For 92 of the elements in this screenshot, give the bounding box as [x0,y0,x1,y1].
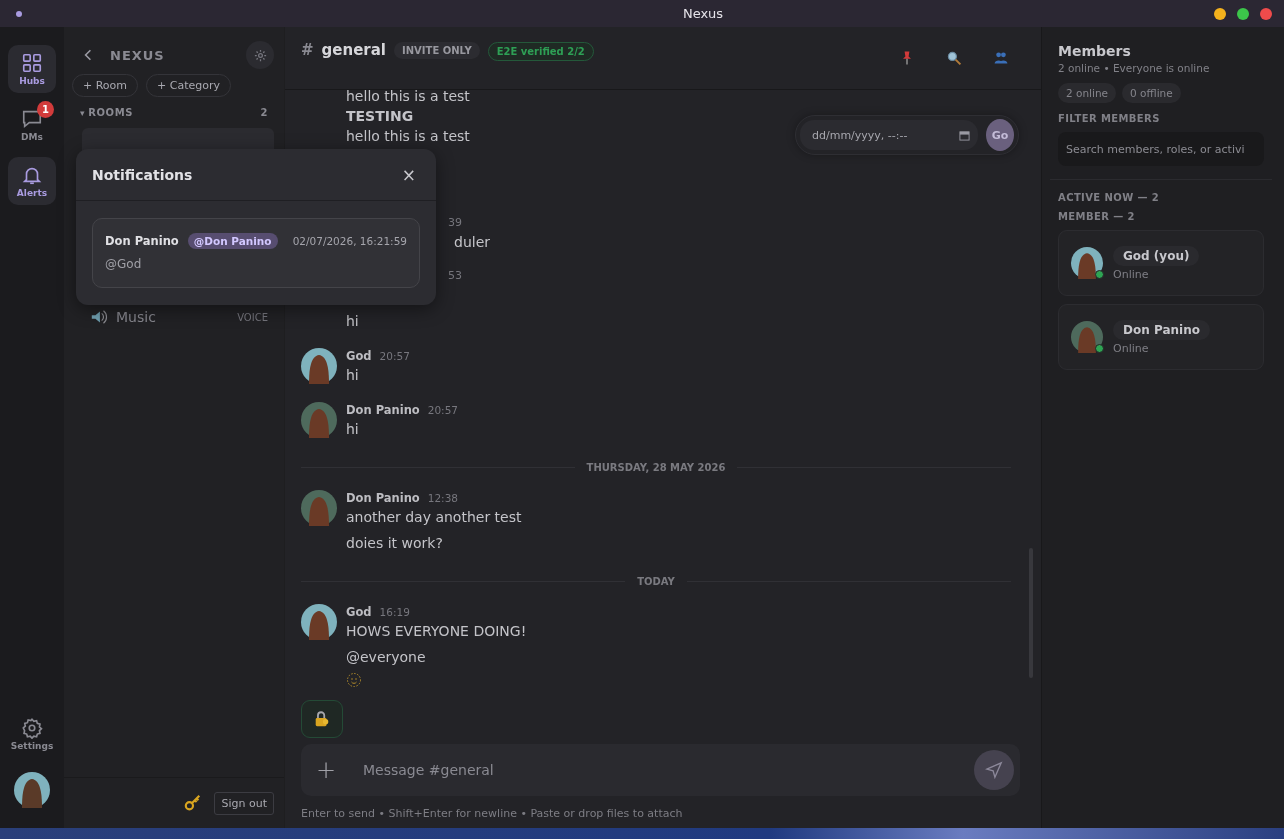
panel-title: Members [1058,43,1132,59]
message-text: duler [453,233,492,252]
notification-card[interactable]: Don Panino @Don Panino 02/07/2026, 16:21:59 @God [92,218,420,288]
avatar [301,348,337,384]
unread-badge: 1 [37,101,54,118]
settings-icon [21,717,43,739]
channel-badge: INVITE ONLY [394,42,480,59]
send-icon [985,761,1003,779]
message-text: hello this is a test [346,127,470,146]
window-dot-icon [16,10,22,17]
status-chip[interactable]: 2 online [1058,83,1117,103]
message-time: 16:19 [379,605,410,620]
author-name: Don Panino [105,234,179,248]
minimize-button[interactable] [1214,7,1226,20]
people-icon[interactable] [993,50,1009,66]
member-name: Don Panino [1113,319,1210,340]
encryption-button[interactable] [301,700,343,738]
message-text: HOWS EVERYONE DOING! [346,622,527,641]
member-search-field[interactable]: Search members, roles, or activi [1058,132,1264,166]
send-button[interactable] [974,750,1014,790]
notification-text: @God [105,257,143,271]
add-reaction-icon[interactable] [346,672,362,688]
message-text: doies it work? [346,534,443,553]
member-card[interactable]: God (you) Online [1058,230,1264,296]
mention-tag: @Don Panino [187,233,278,249]
date-time-field[interactable]: dd/mm/yyyy, --:-- [810,127,959,143]
group-heading: MEMBER — 2 [1058,211,1136,222]
gear-icon [252,47,268,63]
collapse-toggle[interactable]: ▾ [80,107,86,118]
avatar [301,402,337,438]
member-name: God (you) [1113,245,1200,266]
message-text: TESTING [346,107,414,126]
search-icon[interactable] [946,50,962,66]
message-time: 12:38 [427,491,458,506]
message-text: hi [346,420,359,439]
message-text: hello this is a test [346,90,470,106]
go-button[interactable]: Go [986,119,1014,151]
speaker-icon [90,308,108,326]
popup-title: Notifications [92,166,193,183]
message-text: @everyone [346,648,426,667]
grid-icon [21,52,43,74]
composer-hint: Enter to send • Shift+Enter for newline • Paste or drop files to attach [300,806,684,822]
message-input[interactable]: Message #general [361,761,974,779]
settings-button[interactable]: Settings [8,710,56,758]
section-label: ROOMS [88,107,133,118]
author-name: God [346,348,372,365]
author-name: God [346,604,372,621]
status-chip[interactable]: 0 offline [1122,83,1181,103]
message-time: 20:57 [427,403,458,418]
close-button[interactable] [1260,7,1272,20]
notification-time: 02/07/2026, 16:21:59 [292,235,407,247]
message-time: 20:57 [379,349,410,364]
section-count: 2 [260,107,268,118]
channel-hash: # [301,41,314,59]
hub-name: NEXUS [110,47,165,63]
message-text: hi [346,312,359,331]
avatar [1071,247,1103,279]
voice-room-item[interactable]: Music VOICE [90,308,268,326]
channel-name: general [321,41,386,59]
avatar [301,604,337,640]
window-title: Nexus [682,6,724,21]
rail-button[interactable]: DMs 1 [8,101,56,149]
date-time-picker[interactable]: dd/mm/yyyy, --:-- [800,120,978,150]
panel-subtitle: 2 online • Everyone is online [1058,62,1211,74]
chevron-left-icon [84,49,92,61]
maximize-button[interactable] [1237,7,1249,20]
key-icon [184,794,203,812]
member-status: Online [1113,341,1149,355]
sign-out-button[interactable]: Sign out [214,791,274,815]
author-name: Don Panino [346,402,420,419]
calendar-icon[interactable] [959,129,970,141]
message-composer[interactable]: + Message #general [301,744,1020,796]
attach-button[interactable]: + [301,756,351,784]
message-text: another day another test [346,508,522,527]
member-status: Online [1113,267,1149,281]
message-time: 53 [448,268,463,284]
close-button[interactable]: × [401,164,416,185]
chat-icon [21,108,43,130]
member-card[interactable]: Don Panino Online [1058,304,1264,370]
avatar [1071,321,1103,353]
lock-icon [313,710,331,728]
user-avatar[interactable] [14,772,50,808]
message-text: hi [346,366,359,385]
author-name: Don Panino [346,490,420,507]
filter-label: FILTER MEMBERS [1058,113,1161,124]
hub-settings-button[interactable] [246,41,274,69]
rail-button[interactable]: Alerts [8,157,56,205]
channel-badge: E2E verified 2/2 [487,42,594,61]
rail-button[interactable]: Hubs [8,45,56,93]
message-time: 39 [448,215,463,231]
avatar [301,490,337,526]
group-heading: ACTIVE NOW — 2 [1058,192,1161,203]
